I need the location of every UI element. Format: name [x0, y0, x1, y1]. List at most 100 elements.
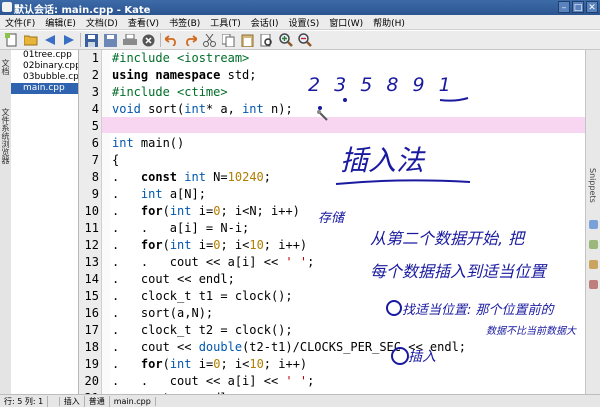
arrow-right-icon [63, 35, 74, 45]
close-circle-icon [142, 34, 155, 46]
save-as-button[interactable] [103, 33, 118, 48]
menu-view[interactable]: 查看(V) [123, 16, 164, 29]
line-number: 6 [91, 136, 99, 150]
title-bar: 默认会话: main.cpp - Kate – □ ✕ [0, 0, 600, 16]
save-icon [85, 33, 98, 47]
find-page-icon [260, 33, 272, 46]
line-number: 5 [91, 119, 99, 133]
line-number: 13 [84, 255, 99, 269]
menu-settings[interactable]: 设置(S) [283, 16, 324, 29]
arrow-left-icon [44, 35, 55, 45]
clipboard-icon [241, 34, 254, 47]
code-line: . . cout << a[i] << ' '; [112, 374, 315, 388]
close-button[interactable]: ✕ [586, 1, 598, 13]
input-mode[interactable]: 插入 [60, 395, 85, 407]
redo-icon [186, 35, 197, 46]
zoom-in-button[interactable] [278, 33, 293, 48]
code-line: . int a[N]; [112, 187, 206, 201]
document-list-item[interactable]: 02binary.cpp [11, 61, 78, 72]
line-number: 7 [91, 153, 99, 167]
snippets-tab[interactable]: Snippets [588, 168, 597, 203]
code-editor[interactable]: 123456789101112131415161718192021 #inclu… [79, 50, 585, 394]
line-number: 8 [91, 170, 99, 184]
snippet-tool-icon[interactable] [589, 240, 598, 249]
print-button[interactable] [122, 33, 137, 48]
menu-edit[interactable]: 编辑(E) [40, 16, 81, 29]
code-line: . for(int i=0; i<10; i++) [112, 357, 308, 371]
line-number: 1 [91, 51, 99, 65]
code-line: . . cout << a[i] << ' '; [112, 255, 315, 269]
code-line: . . a[i] = N-i; [112, 221, 250, 235]
code-line: . for(int i=0; i<10; i++) [112, 238, 308, 252]
save-button[interactable] [84, 33, 99, 48]
line-number: 12 [84, 238, 99, 252]
copy-button[interactable] [221, 33, 236, 48]
cursor-position: 行: 5 列: 1 [0, 395, 49, 407]
open-file-button[interactable] [23, 33, 38, 48]
close-document-button[interactable] [141, 33, 156, 48]
code-line: #include <iostream> [112, 51, 250, 65]
selection-mode[interactable]: 普通 [85, 395, 110, 407]
filesystem-browser-tab[interactable]: 文件系统浏览器 [0, 86, 11, 186]
document-list-item[interactable]: 01tree.cpp [11, 50, 78, 61]
status-filename: main.cpp [110, 396, 156, 406]
save-as-icon [104, 33, 117, 47]
document-list: 01tree.cpp 02binary.cpp 03bubble.cp main… [11, 50, 79, 394]
line-number: 17 [84, 323, 99, 337]
zoom-out-button[interactable] [297, 33, 312, 48]
line-number: 18 [84, 340, 99, 354]
line-number: 19 [84, 357, 99, 371]
documents-tab[interactable]: 文档 [0, 52, 11, 82]
code-line: using namespace std; [112, 68, 257, 82]
line-number: 20 [84, 374, 99, 388]
line-number: 9 [91, 187, 99, 201]
snippet-tool-icon[interactable] [589, 260, 598, 269]
menu-bar: 文件(F) 编辑(E) 文档(D) 查看(V) 书签(B) 工具(T) 会话(I… [0, 15, 600, 30]
forward-button[interactable] [61, 33, 76, 48]
menu-tools[interactable]: 工具(T) [205, 16, 246, 29]
snippet-tool-icon[interactable] [589, 280, 598, 289]
code-line: int main() [112, 136, 185, 150]
menu-help[interactable]: 帮助(H) [368, 16, 410, 29]
toolbar-separator [160, 33, 161, 47]
menu-document[interactable]: 文档(D) [81, 16, 123, 29]
window-controls: – □ ✕ [558, 1, 598, 13]
code-line: . cout << double(t2-t1)/CLOCKS_PER_SEC <… [112, 340, 467, 354]
document-list-item-selected[interactable]: main.cpp [11, 83, 78, 94]
redo-button[interactable] [183, 33, 198, 48]
modified-indicator [48, 396, 60, 406]
line-number: 16 [84, 306, 99, 320]
new-file-icon [5, 33, 17, 47]
line-number: 14 [84, 272, 99, 286]
paste-button[interactable] [240, 33, 255, 48]
code-line: . clock_t t1 = clock(); [112, 289, 293, 303]
undo-button[interactable] [164, 33, 179, 48]
code-line: . const int N=10240; [112, 170, 271, 184]
menu-window[interactable]: 窗口(W) [324, 16, 368, 29]
document-list-item[interactable]: 03bubble.cp [11, 72, 78, 83]
code-line: { [112, 153, 120, 167]
minimize-button[interactable]: – [558, 1, 570, 13]
cut-button[interactable] [202, 33, 217, 48]
new-file-button[interactable] [4, 33, 19, 48]
printer-icon [122, 33, 137, 45]
line-number: 3 [91, 85, 99, 99]
snippet-tool-icon[interactable] [589, 220, 598, 229]
line-number: 10 [84, 204, 99, 218]
menu-file[interactable]: 文件(F) [0, 16, 40, 29]
find-button[interactable] [259, 33, 274, 48]
maximize-button[interactable]: □ [572, 1, 584, 13]
window-title: 默认会话: main.cpp - Kate [14, 5, 151, 16]
code-line: . for(int i=0; i<N; i++) [112, 204, 300, 218]
back-button[interactable] [42, 33, 57, 48]
menu-sessions[interactable]: 会话(I) [246, 16, 284, 29]
menu-bookmarks[interactable]: 书签(B) [164, 16, 205, 29]
snippets-sidebar: Snippets [585, 50, 600, 394]
undo-icon [165, 35, 176, 46]
code-line: void sort(int* a, int n); [112, 102, 293, 116]
line-number: 2 [91, 68, 99, 82]
folding-margin[interactable] [102, 50, 110, 394]
main-toolbar [0, 31, 600, 50]
zoom-in-icon [278, 33, 293, 47]
